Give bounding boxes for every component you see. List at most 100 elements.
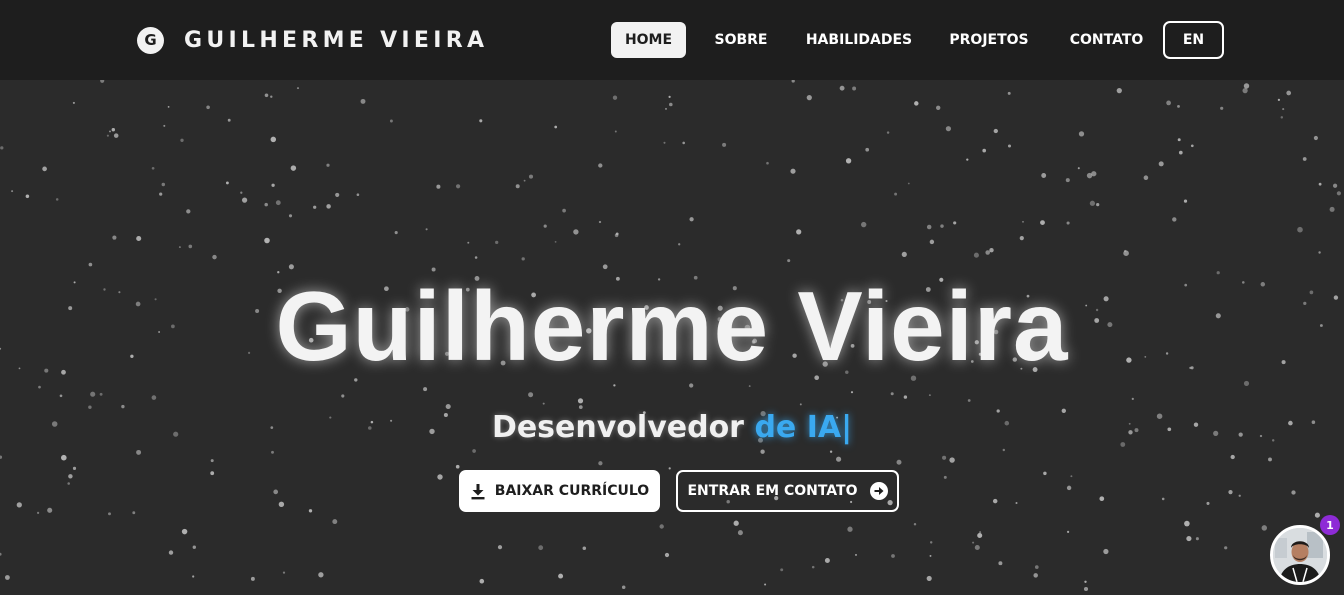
contact-label: ENTRAR EM CONTATO bbox=[687, 483, 858, 499]
star-dot bbox=[1177, 138, 1181, 142]
star-dot bbox=[598, 163, 603, 168]
star-dot bbox=[225, 181, 229, 185]
star-dot bbox=[1002, 448, 1006, 452]
chat-widget-button[interactable] bbox=[1270, 525, 1330, 585]
star-dot bbox=[847, 526, 853, 532]
star-dot bbox=[227, 118, 231, 122]
star-dot bbox=[901, 251, 907, 257]
star-dot bbox=[896, 459, 902, 465]
star-dot bbox=[1291, 490, 1296, 495]
star-dot bbox=[974, 544, 980, 551]
star-dot bbox=[1022, 220, 1024, 223]
star-dot bbox=[241, 197, 248, 203]
star-dot bbox=[1123, 250, 1129, 256]
star-dot bbox=[181, 528, 188, 535]
star-dot bbox=[668, 95, 671, 99]
star-dot bbox=[67, 482, 70, 485]
star-dot bbox=[313, 205, 317, 209]
star-dot bbox=[929, 541, 933, 544]
star-dot bbox=[886, 131, 890, 134]
star-dot bbox=[733, 520, 739, 526]
nav-item-habilidades[interactable]: HABILIDADES bbox=[800, 22, 918, 58]
star-dot bbox=[360, 98, 366, 104]
star-dot bbox=[614, 130, 617, 133]
star-dot bbox=[106, 134, 109, 137]
star-dot bbox=[341, 394, 345, 398]
star-dot bbox=[972, 541, 975, 544]
star-dot bbox=[663, 141, 666, 144]
star-dot bbox=[558, 573, 564, 579]
star-dot bbox=[1158, 161, 1164, 167]
star-dot bbox=[1243, 83, 1250, 89]
star-dot bbox=[1228, 489, 1233, 495]
star-dot bbox=[100, 80, 105, 83]
star-dot bbox=[890, 392, 894, 396]
star-dot bbox=[554, 240, 557, 243]
star-dot bbox=[112, 235, 117, 240]
star-dot bbox=[318, 572, 324, 578]
star-dot bbox=[335, 192, 340, 197]
language-toggle-button[interactable]: EN bbox=[1163, 21, 1224, 59]
star-dot bbox=[210, 459, 214, 463]
star-dot bbox=[523, 179, 526, 182]
star-dot bbox=[977, 532, 983, 539]
star-dot bbox=[206, 105, 210, 110]
star-dot bbox=[985, 250, 990, 255]
star-dot bbox=[61, 454, 67, 461]
star-dot bbox=[1099, 496, 1105, 502]
star-dot bbox=[1268, 457, 1272, 462]
star-dot bbox=[479, 578, 485, 584]
star-dot bbox=[1224, 546, 1228, 550]
star-dot bbox=[151, 166, 155, 170]
star-dot bbox=[1261, 525, 1268, 531]
star-dot bbox=[528, 174, 534, 179]
star-dot bbox=[799, 403, 802, 406]
star-dot bbox=[1206, 501, 1210, 505]
star-dot bbox=[271, 450, 274, 454]
avatar[interactable] bbox=[1270, 525, 1330, 585]
star-dot bbox=[437, 474, 443, 480]
star-dot bbox=[891, 554, 895, 558]
star-dot bbox=[108, 512, 111, 516]
star-dot bbox=[1033, 573, 1038, 578]
star-dot bbox=[16, 502, 22, 508]
star-dot bbox=[1084, 580, 1087, 583]
nav-item-sobre[interactable]: SOBRE bbox=[708, 22, 774, 58]
star-dot bbox=[1230, 454, 1235, 460]
star-dot bbox=[270, 95, 273, 98]
star-dot bbox=[998, 561, 1003, 566]
star-dot bbox=[290, 165, 297, 171]
star-dot bbox=[787, 259, 791, 263]
nav-item-projetos[interactable]: PROJETOS bbox=[943, 22, 1035, 58]
download-cv-button[interactable]: BAIXAR CURRÍCULO bbox=[459, 470, 660, 512]
star-dot bbox=[1297, 226, 1303, 233]
star-dot bbox=[1336, 191, 1341, 196]
star-dot bbox=[515, 184, 520, 189]
contact-button[interactable]: ENTRAR EM CONTATO bbox=[676, 470, 899, 512]
star-dot bbox=[806, 95, 812, 101]
star-dot bbox=[766, 161, 769, 165]
star-dot bbox=[903, 395, 908, 399]
star-dot bbox=[136, 235, 142, 242]
star-dot bbox=[1078, 131, 1085, 137]
star-dot bbox=[36, 511, 40, 515]
star-dot bbox=[163, 124, 166, 127]
brand-name[interactable]: GUILHERME VIEIRA bbox=[184, 28, 488, 53]
star-dot bbox=[554, 125, 558, 129]
star-dot bbox=[308, 509, 313, 513]
star-dot bbox=[1066, 530, 1070, 534]
star-dot bbox=[949, 457, 955, 463]
star-dot bbox=[474, 256, 478, 259]
star-dot bbox=[4, 575, 10, 580]
star-dot bbox=[1041, 173, 1047, 178]
brand[interactable]: G GUILHERME VIEIRA bbox=[137, 26, 488, 54]
nav-item-home[interactable]: HOME bbox=[611, 22, 686, 58]
star-dot bbox=[1318, 251, 1321, 254]
star-dot bbox=[394, 231, 398, 235]
star-dot bbox=[722, 142, 727, 147]
star-dot bbox=[614, 233, 619, 238]
typed-role-text: de IA| bbox=[754, 410, 853, 445]
star-dot bbox=[1066, 221, 1070, 225]
nav-item-contato[interactable]: CONTATO bbox=[1062, 22, 1151, 58]
brand-logo-icon[interactable]: G bbox=[137, 26, 164, 54]
